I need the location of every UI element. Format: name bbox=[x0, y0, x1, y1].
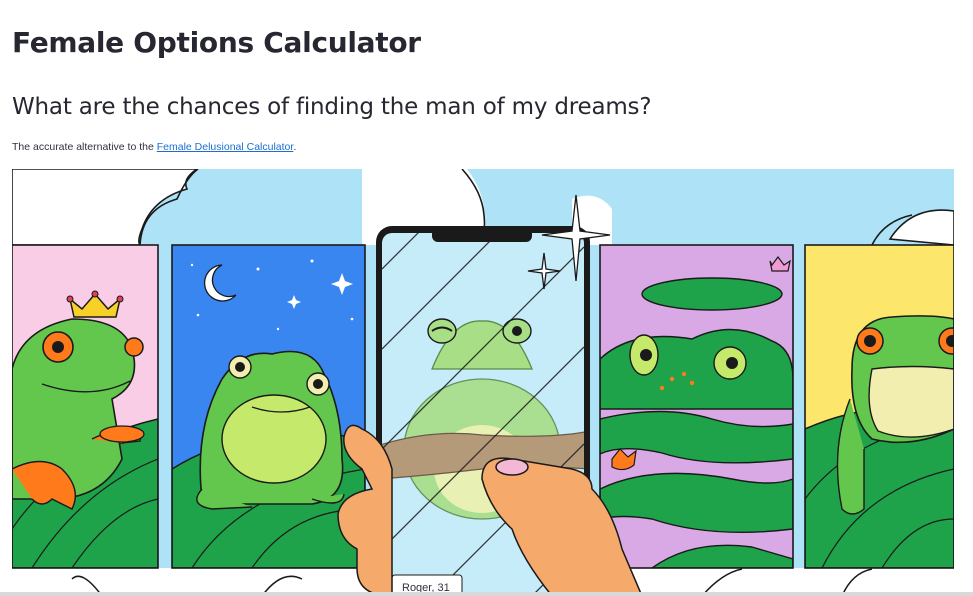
caption-text: The accurate alternative to the bbox=[12, 141, 157, 153]
caption-period: . bbox=[293, 141, 297, 153]
panel-tree-frog bbox=[805, 245, 954, 568]
page-subtitle: What are the chances of finding the man … bbox=[12, 94, 652, 120]
panel-crowned-frog bbox=[12, 245, 158, 568]
panel-night-frog bbox=[172, 245, 365, 568]
page-caption: The accurate alternative to the Female D… bbox=[12, 141, 296, 153]
panel-pond-frog bbox=[600, 245, 793, 568]
bottom-scroll-edge bbox=[0, 592, 973, 596]
hero-illustration: Roger, 31 bbox=[12, 169, 954, 596]
page-title: Female Options Calculator bbox=[12, 26, 421, 59]
female-delusional-calculator-link[interactable]: Female Delusional Calculator bbox=[157, 141, 294, 153]
